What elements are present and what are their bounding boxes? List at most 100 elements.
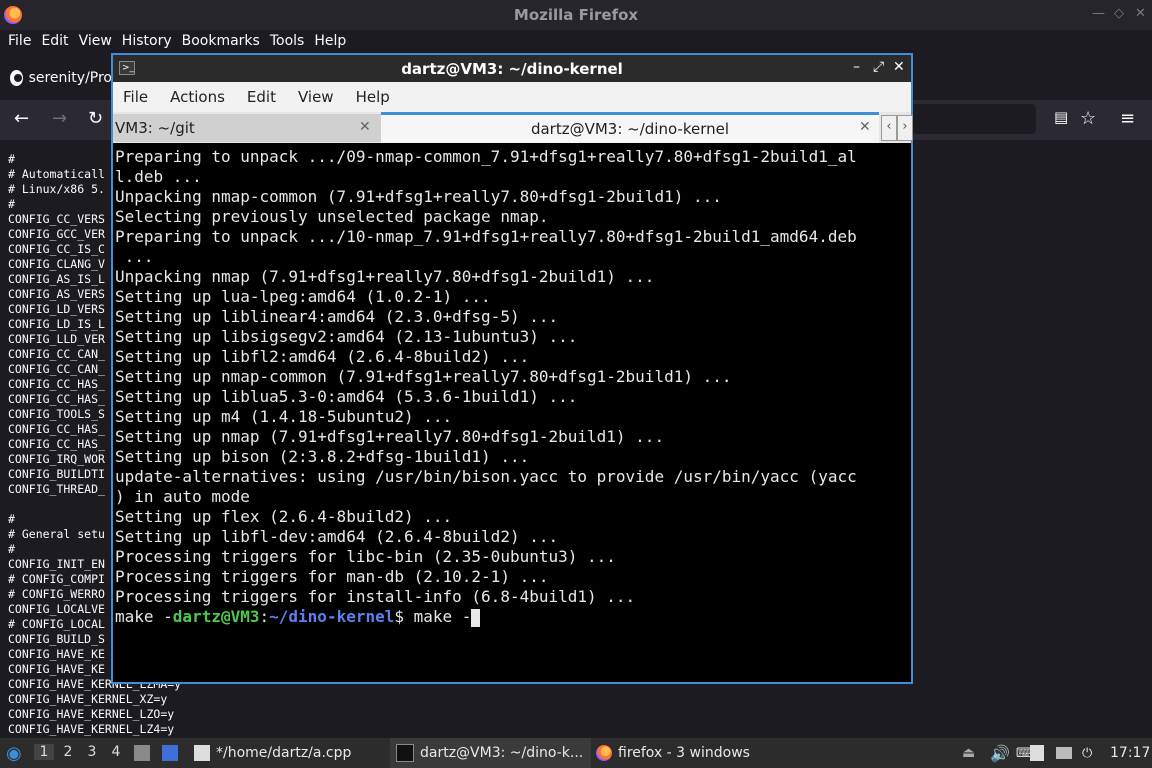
- config-line: CONFIG_IRQ_WOR: [8, 452, 105, 466]
- config-line: CONFIG_CC_HAS_: [8, 437, 105, 451]
- terminal-output-line: update-alternatives: using /usr/bin/biso…: [115, 467, 857, 486]
- eject-icon[interactable]: ⏏: [962, 738, 975, 768]
- terminal-output-line: Unpacking nmap (7.91+dfsg1+really7.80+df…: [115, 267, 655, 286]
- show-desktop-icon[interactable]: [162, 738, 184, 768]
- close-tab-icon[interactable]: ✕: [859, 119, 871, 135]
- terminal-icon: [396, 744, 414, 762]
- terminal-output-line: Setting up nmap (7.91+dfsg1+really7.80+d…: [115, 427, 665, 446]
- config-line: CONFIG_TOOLS_S: [8, 407, 105, 421]
- menu-view[interactable]: View: [79, 33, 112, 49]
- network-icon[interactable]: [1056, 738, 1078, 768]
- terminal-output-line: Setting up lua-lpeg:amd64 (1.0.2-1) ...: [115, 287, 491, 306]
- terminal-menubar: File Actions Edit View Help: [113, 82, 911, 112]
- prompt-prefix: make -: [115, 607, 173, 626]
- config-line: CONFIG_BUILD_S: [8, 632, 105, 646]
- terminal-prompt-line: make -dartz@VM3:~/dino-kernel$ make -: [115, 607, 911, 627]
- app-menu-icon[interactable]: ≡: [1120, 108, 1135, 129]
- config-line: # CONFIG_LOCAL: [8, 617, 105, 631]
- clipboard-icon[interactable]: [1030, 738, 1050, 768]
- config-line: CONFIG_CC_HAS_: [8, 377, 105, 391]
- minimize-icon[interactable]: –: [853, 59, 860, 75]
- terminal-menu-help[interactable]: Help: [356, 88, 390, 106]
- terminal-tab-label: VM3: ~/git: [115, 119, 195, 137]
- task-editor[interactable]: */home/dartz/a.cpp: [194, 738, 351, 768]
- terminal-output[interactable]: Preparing to unpack .../09-nmap-common_7…: [113, 143, 911, 682]
- menu-edit[interactable]: Edit: [41, 33, 68, 49]
- terminal-menu-file[interactable]: File: [123, 88, 148, 106]
- taskbar: ◉ 1 2 3 4 */home/dartz/a.cpp dartz@VM3: …: [0, 738, 1152, 768]
- forward-icon[interactable]: →: [52, 108, 67, 129]
- task-label: firefox - 3 windows: [618, 745, 750, 761]
- config-line: CONFIG_CC_HAS_: [8, 392, 105, 406]
- menu-history[interactable]: History: [122, 33, 172, 49]
- prompt-input[interactable]: make -: [414, 607, 472, 626]
- config-line: CONFIG_CC_CAN_: [8, 347, 105, 361]
- close-icon[interactable]: ✕: [893, 59, 905, 75]
- config-line: #: [8, 197, 15, 211]
- close-icon[interactable]: ✕: [1135, 6, 1146, 21]
- tab-scroll-left-icon[interactable]: ‹: [881, 115, 897, 141]
- terminal-icon: >_: [119, 61, 135, 75]
- workspace-3[interactable]: 3: [82, 744, 102, 760]
- reader-view-icon[interactable]: ▤: [1054, 108, 1068, 126]
- config-line: # CONFIG_WERRO: [8, 587, 105, 601]
- minimize-icon[interactable]: —: [1092, 6, 1105, 21]
- terminal-output-line: Unpacking nmap-common (7.91+dfsg1+really…: [115, 187, 722, 206]
- config-line: #: [8, 152, 15, 166]
- terminal-output-line: ...: [115, 247, 154, 266]
- start-menu-icon[interactable]: ◉: [6, 738, 22, 768]
- menu-bookmarks[interactable]: Bookmarks: [182, 33, 260, 49]
- config-line: CONFIG_HAVE_KERNEL_XZ=y: [8, 692, 168, 706]
- firefox-icon: [4, 6, 22, 24]
- terminal-tab-dino-kernel[interactable]: dartz@VM3: ~/dino-kernel ✕: [381, 112, 879, 143]
- terminal-output-line: Preparing to unpack .../09-nmap-common_7…: [115, 147, 857, 166]
- task-terminal[interactable]: dartz@VM3: ~/dino-k...: [390, 738, 592, 768]
- firefox-window-title: Mozilla Firefox: [513, 6, 639, 24]
- close-tab-icon[interactable]: ✕: [359, 119, 371, 135]
- config-line: # General setu: [8, 527, 105, 541]
- terminal-menu-actions[interactable]: Actions: [170, 88, 225, 106]
- terminal-menu-view[interactable]: View: [298, 88, 334, 106]
- back-icon[interactable]: ←: [14, 108, 29, 129]
- workspace-4[interactable]: 4: [106, 744, 126, 760]
- terminal-output-line: l.deb ...: [115, 167, 202, 186]
- reload-icon[interactable]: ↻: [88, 108, 103, 129]
- maximize-icon[interactable]: ◇: [1114, 6, 1124, 21]
- prompt-path: ~/dino-kernel: [269, 607, 395, 626]
- terminal-menu-edit[interactable]: Edit: [247, 88, 276, 106]
- volume-icon[interactable]: 🔊: [990, 738, 1010, 768]
- menu-file[interactable]: File: [8, 33, 31, 49]
- config-line: CONFIG_CC_HAS_: [8, 422, 105, 436]
- text-cursor: [471, 608, 481, 627]
- maximize-icon[interactable]: ⤢: [873, 59, 884, 75]
- task-firefox[interactable]: firefox - 3 windows: [596, 738, 750, 768]
- file-manager-icon[interactable]: [134, 738, 156, 768]
- power-icon[interactable]: ⏻: [1082, 738, 1092, 768]
- terminal-output-line: Processing triggers for man-db (2.10.2-1…: [115, 567, 549, 586]
- prompt-user-host: dartz@VM3: [172, 607, 260, 626]
- config-line: CONFIG_LOCALVE: [8, 602, 105, 616]
- config-line: CONFIG_CC_CAN_: [8, 362, 105, 376]
- url-bar[interactable]: [912, 104, 1036, 134]
- workspace-1[interactable]: 1: [34, 744, 54, 760]
- tab-scroll-right-icon[interactable]: ›: [897, 115, 913, 141]
- browser-tab[interactable]: serenity/Pro: [0, 62, 112, 94]
- terminal-output-line: Preparing to unpack .../10-nmap_7.91+dfs…: [115, 227, 857, 246]
- terminal-output-line: Processing triggers for install-info (6.…: [115, 587, 636, 606]
- config-line: CONFIG_CLANG_V: [8, 257, 105, 271]
- prompt-colon: :: [259, 607, 270, 626]
- menu-tools[interactable]: Tools: [270, 33, 305, 49]
- prompt-dollar: $: [394, 607, 414, 626]
- config-line: CONFIG_GCC_VER: [8, 227, 105, 241]
- terminal-tab-label: dartz@VM3: ~/dino-kernel: [530, 120, 730, 138]
- terminal-output-line: Setting up nmap-common (7.91+dfsg1+reall…: [115, 367, 732, 386]
- config-line: CONFIG_LD_VERS: [8, 302, 105, 316]
- config-line: # Linux/x86 5.: [8, 182, 105, 196]
- terminal-titlebar: >_ dartz@VM3: ~/dino-kernel – ⤢ ✕: [113, 55, 911, 82]
- config-line: CONFIG_THREAD_: [8, 482, 105, 496]
- menu-help[interactable]: Help: [314, 33, 346, 49]
- workspace-2[interactable]: 2: [58, 744, 78, 760]
- terminal-tab-git[interactable]: VM3: ~/git ✕: [113, 114, 381, 142]
- bookmark-star-icon[interactable]: ☆: [1080, 108, 1096, 129]
- terminal-output-line: Setting up m4 (1.4.18-5ubuntu2) ...: [115, 407, 453, 426]
